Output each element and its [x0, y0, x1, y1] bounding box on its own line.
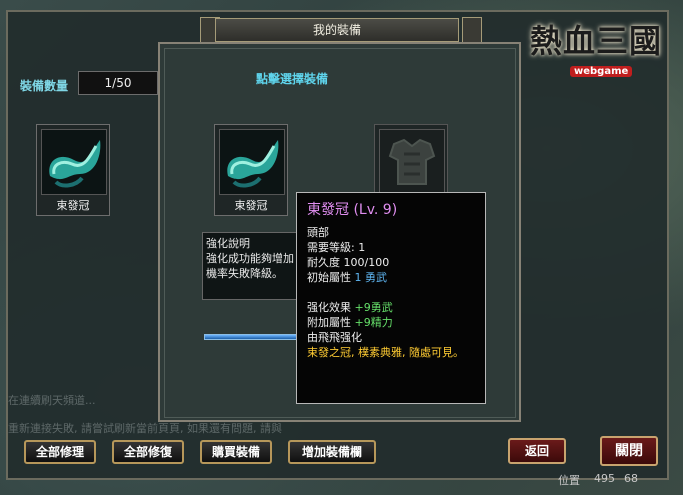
add-equipment-slot-button[interactable]: 增加裝備欄: [288, 440, 376, 464]
buy-equipment-button[interactable]: 購買裝備: [200, 440, 272, 464]
tooltip-required-level: 需要等級: 1: [307, 241, 366, 254]
coordinate-y: 68: [624, 472, 638, 485]
extra-attr-label: 附加屬性: [307, 316, 351, 329]
window-title: 我的裝備: [215, 18, 459, 42]
tooltip-title: 東發冠 (Lv. 9): [307, 202, 398, 218]
logo-text: 熱血三國: [530, 22, 663, 60]
close-button[interactable]: 關閉: [600, 436, 658, 466]
title-ornament-right: [462, 17, 482, 43]
enhance-value: +9勇武: [354, 301, 393, 314]
selected-equipment-label: 束發冠: [234, 199, 268, 212]
repair-all-button[interactable]: 全部修理: [24, 440, 96, 464]
headband-item-icon: [41, 129, 107, 195]
coordinate-label: 位置: [558, 474, 580, 487]
enhance-label: 强化效果: [307, 301, 351, 314]
base-attr-value: 1 勇武: [354, 271, 388, 284]
tooltip-flavor-text: 束發之冠, 樸素典雅, 隨處可見。: [307, 346, 464, 359]
restore-all-button[interactable]: 全部修復: [112, 440, 184, 464]
equipment-count-label: 裝備數量: [20, 79, 69, 93]
inventory-slot-label: 束發冠: [56, 199, 90, 212]
background-chat-line: 重新連接失敗, 請嘗試刷新當前頁頁, 如果還有問題, 請與: [8, 422, 282, 435]
base-attr-label: 初始屬性: [307, 271, 351, 284]
headband-item-icon: [219, 129, 285, 195]
equipment-count-value: 1/50: [78, 71, 158, 95]
extra-attr-value: +9精力: [354, 316, 393, 329]
game-logo: 熱血三國 webgame: [530, 16, 670, 94]
armor-silhouette-icon: [379, 129, 445, 195]
selected-equipment-slot[interactable]: 束發冠: [214, 124, 288, 216]
background-chat-line: 在連續刷天頻道...: [8, 394, 96, 407]
logo-subtext: webgame: [570, 66, 633, 77]
result-equipment-slot[interactable]: [374, 124, 448, 195]
tooltip-enhance: 强化效果 +9勇武: [307, 300, 475, 315]
tooltip-slot: 頭部: [307, 226, 329, 239]
inventory-slot[interactable]: 束發冠: [36, 124, 110, 216]
dialog-title: 點擊選擇裝備: [256, 72, 329, 86]
tooltip-source: 由飛飛强化: [307, 331, 362, 344]
back-button[interactable]: 返回: [508, 438, 566, 464]
coordinate-x: 495: [594, 472, 615, 485]
tooltip-base-attr: 初始屬性 1 勇武: [307, 270, 475, 285]
item-tooltip: 東發冠 (Lv. 9) 頭部 需要等級: 1 耐久度 100/100 初始屬性 …: [296, 192, 486, 404]
tooltip-extra-attr: 附加屬性 +9精力: [307, 315, 475, 330]
tooltip-durability: 耐久度 100/100: [307, 256, 390, 269]
enhance-progress-bar: [204, 334, 304, 340]
